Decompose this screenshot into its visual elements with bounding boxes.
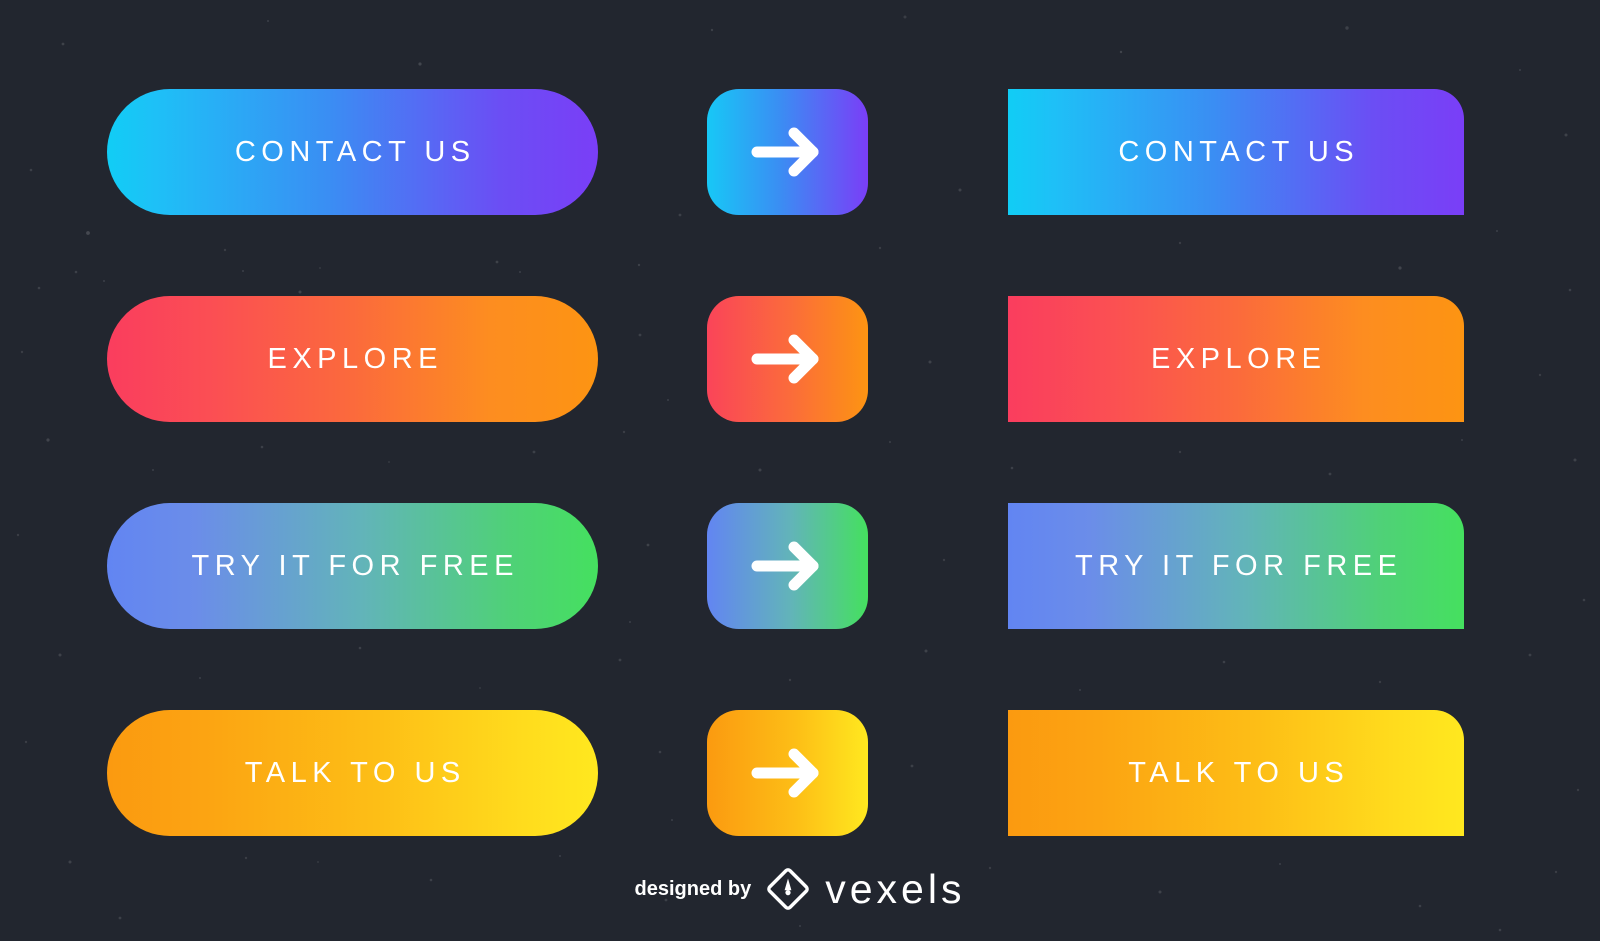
explore-pill-button[interactable]: EXPLORE bbox=[107, 296, 598, 422]
button-row-contact-us: CONTACT US CONTACT US bbox=[0, 89, 1600, 215]
talk-to-us-flag-label: TALK TO US bbox=[1128, 756, 1350, 789]
talk-to-us-arrow-button[interactable] bbox=[707, 710, 868, 836]
talk-to-us-flag-button[interactable]: TALK TO US bbox=[1008, 710, 1464, 836]
try-it-for-free-pill-button[interactable]: TRY IT FOR FREE bbox=[107, 503, 598, 629]
button-row-explore: EXPLORE EXPLORE bbox=[0, 296, 1600, 422]
try-it-for-free-flag-label: TRY IT FOR FREE bbox=[1075, 549, 1403, 582]
button-row-try-it-for-free: TRY IT FOR FREE TRY IT FOR FREE bbox=[0, 503, 1600, 629]
arrow-right-icon bbox=[751, 541, 818, 591]
try-it-for-free-arrow-button[interactable] bbox=[707, 503, 868, 629]
explore-flag-button[interactable]: EXPLORE bbox=[1008, 296, 1464, 422]
try-it-for-free-flag-button[interactable]: TRY IT FOR FREE bbox=[1008, 503, 1464, 629]
designed-by-label: designed by bbox=[634, 877, 752, 900]
contact-us-flag-button[interactable]: CONTACT US bbox=[1008, 89, 1464, 215]
contact-us-arrow-button[interactable] bbox=[707, 89, 868, 215]
vexels-wordmark: vexels bbox=[825, 865, 966, 912]
button-board: CONTACT US CONTACT US EXPLORE EXPLORE TR… bbox=[0, 0, 1600, 941]
arrow-right-icon bbox=[751, 748, 818, 798]
arrow-right-icon bbox=[751, 334, 818, 384]
arrow-right-icon bbox=[751, 127, 818, 177]
contact-us-pill-label: CONTACT US bbox=[234, 135, 476, 168]
contact-us-pill-button[interactable]: CONTACT US bbox=[107, 89, 598, 215]
talk-to-us-pill-button[interactable]: TALK TO US bbox=[107, 710, 598, 836]
talk-to-us-pill-label: TALK TO US bbox=[244, 756, 466, 789]
button-row-talk-to-us: TALK TO US TALK TO US bbox=[0, 710, 1600, 836]
explore-arrow-button[interactable] bbox=[707, 296, 868, 422]
contact-us-flag-label: CONTACT US bbox=[1118, 135, 1360, 168]
explore-pill-label: EXPLORE bbox=[267, 342, 443, 375]
designed-by-credit: designed by vexels bbox=[0, 859, 1600, 919]
explore-flag-label: EXPLORE bbox=[1151, 342, 1327, 375]
vexels-diamond-pen-logo bbox=[767, 868, 810, 910]
try-it-for-free-pill-label: TRY IT FOR FREE bbox=[191, 549, 519, 582]
